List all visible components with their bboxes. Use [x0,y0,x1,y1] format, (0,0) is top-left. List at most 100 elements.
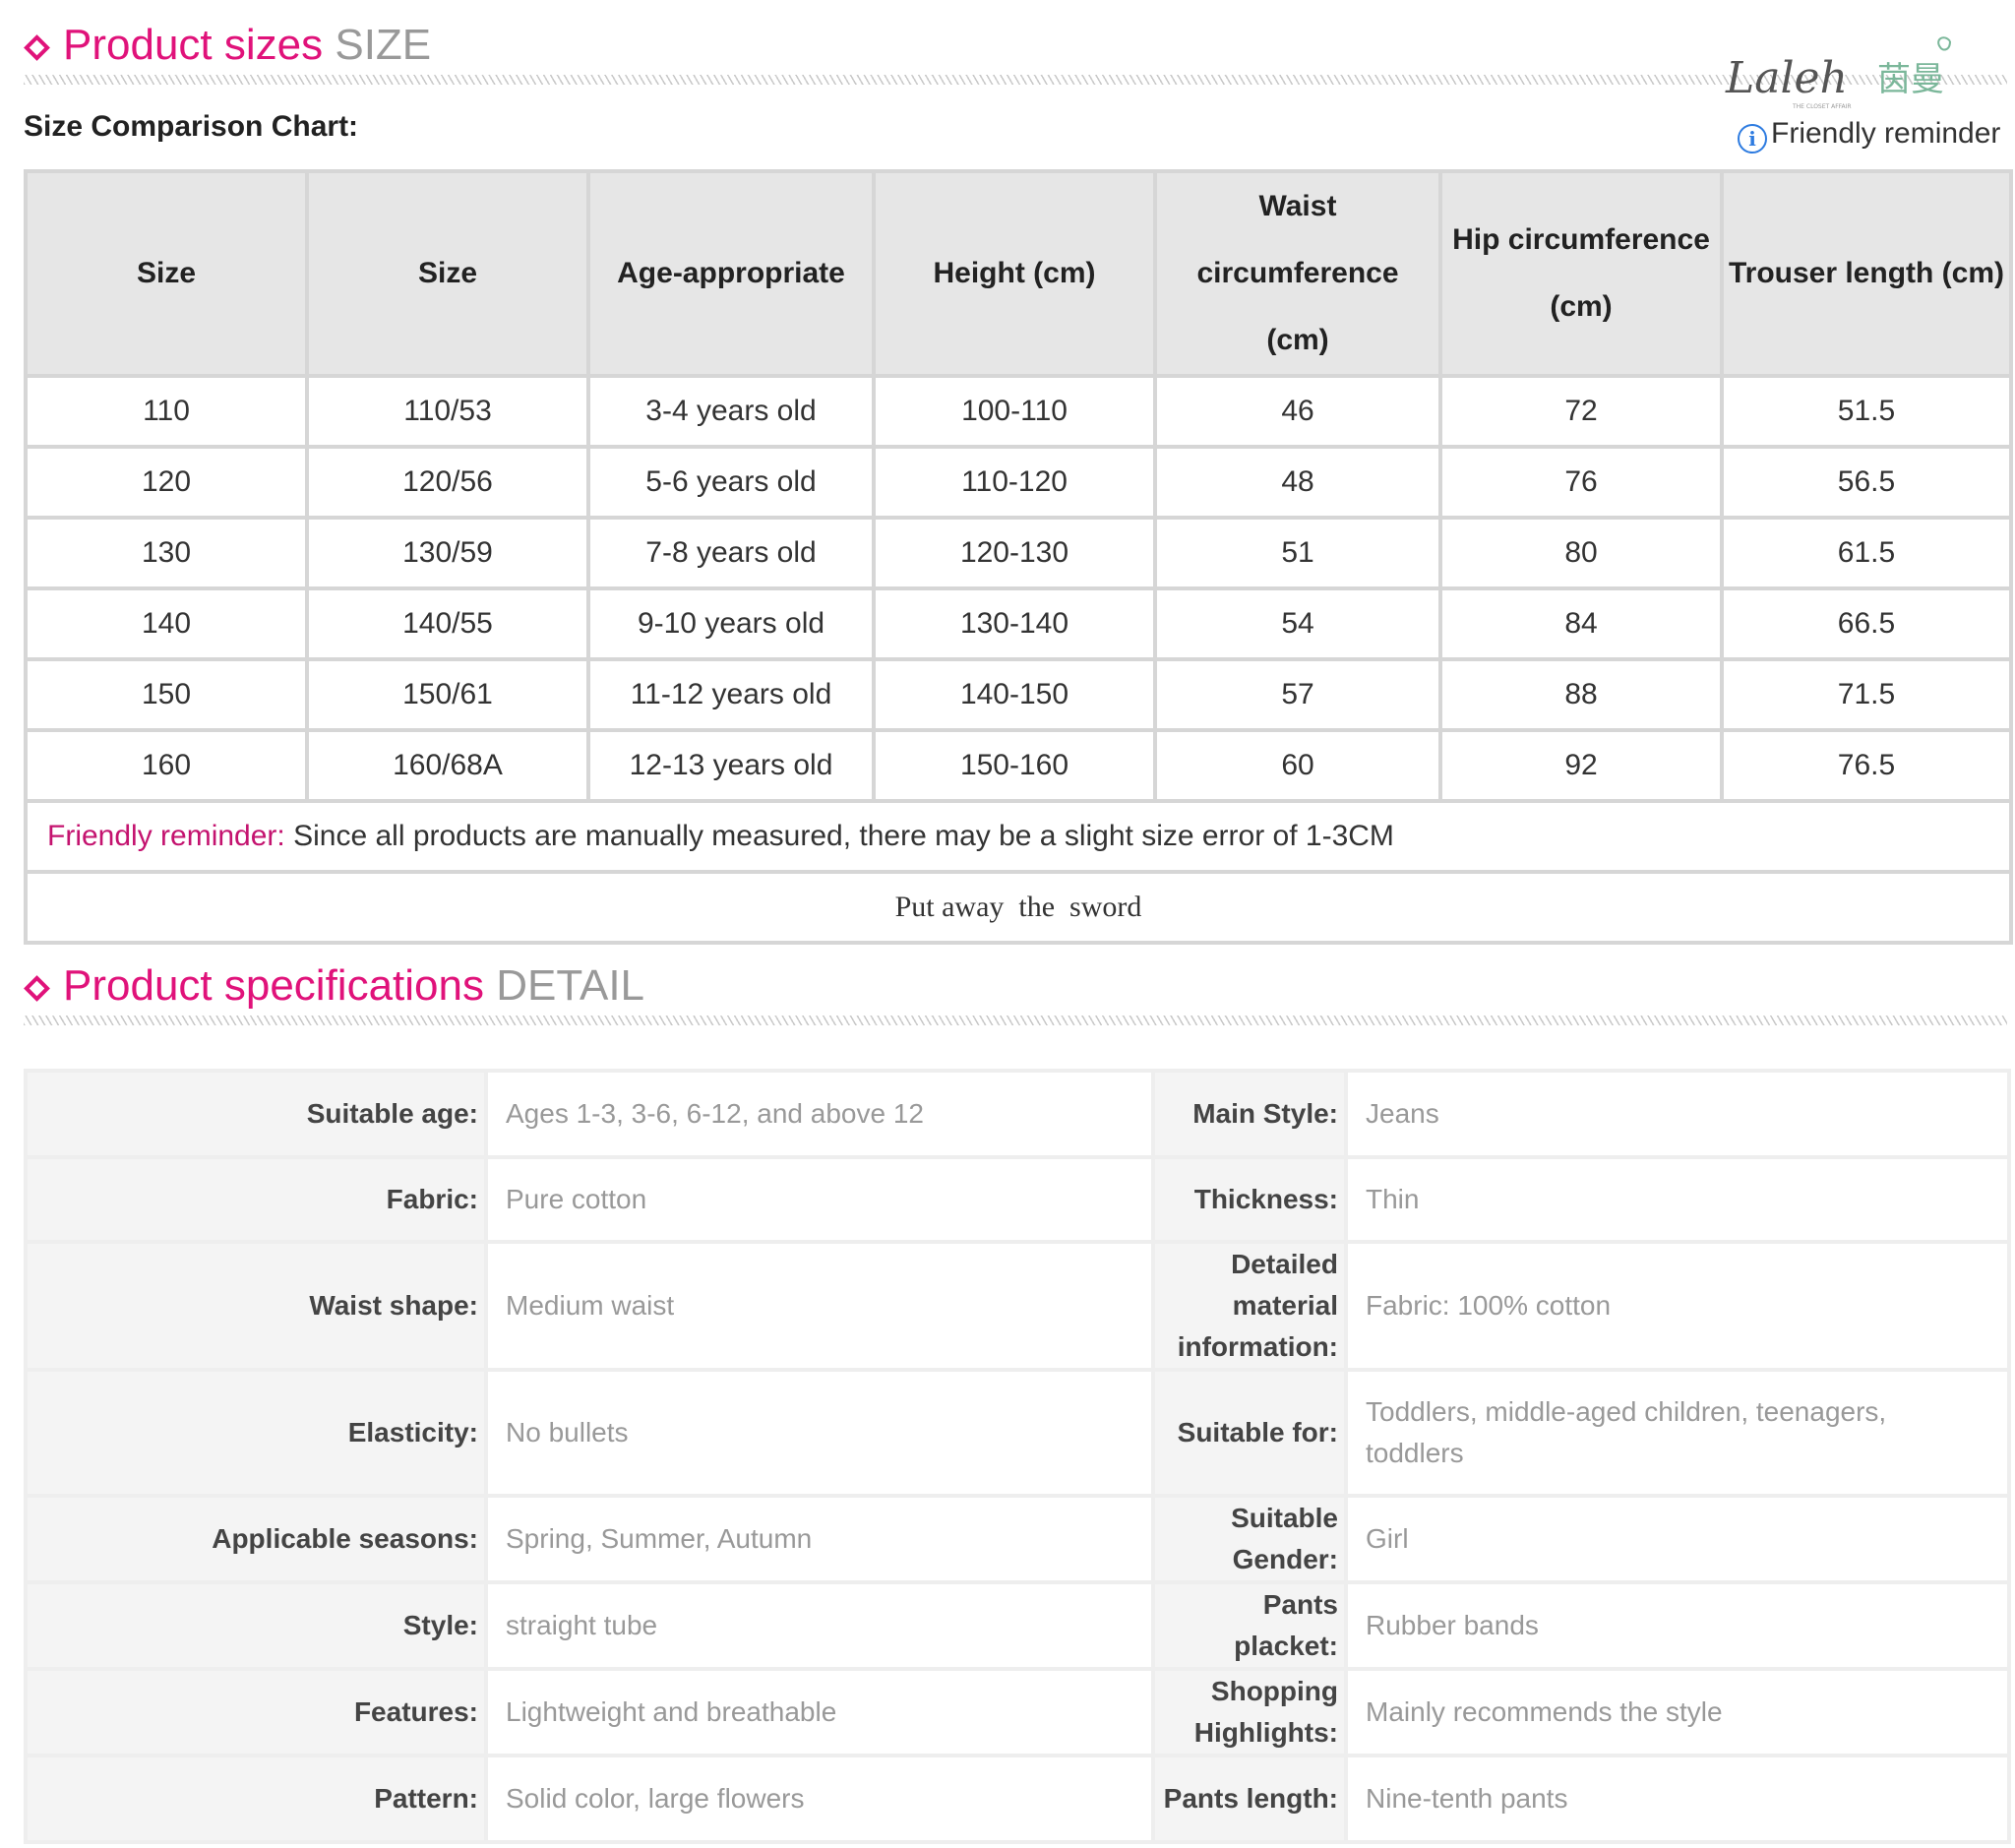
table-cell: 110-120 [872,445,1157,520]
spec-row: Features: Lightweight and breathable Sho… [24,1667,2011,1757]
size-section-title: Product sizes SIZE [63,21,432,69]
header-height: Height (cm) [872,169,1157,378]
info-icon: i [1738,124,1767,154]
table-cell: 100-110 [872,374,1157,449]
table-row: 160 160/68A 12-13 years old 150-160 60 9… [24,728,2013,803]
table-cell: 56.5 [1720,445,2013,520]
table-cell: 84 [1438,586,1724,661]
table-cell: 54 [1153,586,1442,661]
spec-value: Ages 1-3, 3-6, 6-12, and above 12 [484,1069,1155,1159]
spec-label: Applicable seasons: [24,1494,488,1584]
footer-row: Put away the sword [24,870,2013,945]
size-chart-label: Size Comparison Chart: [24,110,359,143]
logo-tagline: THE CLOSET AFFAIR [1792,103,1852,110]
table-cell: 130/59 [305,516,590,590]
table-cell: 9-10 years old [586,586,876,661]
spec-label: Detailed material information: [1151,1240,1348,1372]
spec-label: Fabric: [24,1155,488,1244]
reminder-row: Friendly reminder: Since all products ar… [24,799,2013,874]
spec-label: Thickness: [1151,1155,1348,1244]
spec-label: Shopping Highlights: [1151,1667,1348,1757]
table-cell: 66.5 [1720,586,2013,661]
spec-value: Solid color, large flowers [484,1754,1155,1844]
spec-value: Jeans [1344,1069,2011,1159]
spec-label: Suitable Gender: [1151,1494,1348,1584]
reminder-cell: Friendly reminder: Since all products ar… [24,799,2013,874]
table-cell: 120 [24,445,309,520]
table-cell: 140/55 [305,586,590,661]
spec-row: Applicable seasons: Spring, Summer, Autu… [24,1494,2011,1584]
table-cell: 3-4 years old [586,374,876,449]
table-row: 140 140/55 9-10 years old 130-140 54 84 … [24,586,2013,661]
table-cell: 72 [1438,374,1724,449]
table-row: 120 120/56 5-6 years old 110-120 48 76 5… [24,445,2013,520]
table-row: 150 150/61 11-12 years old 140-150 57 88… [24,657,2013,732]
spec-value: Lightweight and breathable [484,1667,1155,1757]
spec-value: straight tube [484,1580,1155,1671]
reminder-label: Friendly reminder: [47,820,285,852]
header-trouser-length: Trouser length (cm) [1720,169,2013,378]
spec-value: Thin [1344,1155,2011,1244]
spec-value: Fabric: 100% cotton [1344,1240,2011,1372]
spec-value: Spring, Summer, Autumn [484,1494,1155,1584]
table-cell: 7-8 years old [586,516,876,590]
footer-note: Put away the sword [24,870,2013,945]
spec-label: Elasticity: [24,1368,488,1498]
table-cell: 5-6 years old [586,445,876,520]
spec-label: Suitable age: [24,1069,488,1159]
table-cell: 130 [24,516,309,590]
table-row: 110 110/53 3-4 years old 100-110 46 72 5… [24,374,2013,449]
table-cell: 11-12 years old [586,657,876,732]
spec-label: Main Style: [1151,1069,1348,1159]
header-waist: Waist circumference (cm) [1153,169,1442,378]
size-comparison-table: Size Size Age-appropriate Height (cm) Wa… [24,169,2013,945]
header-size-alt: Size [305,169,590,378]
spec-row: Fabric: Pure cotton Thickness: Thin [24,1155,2011,1244]
table-cell: 120/56 [305,445,590,520]
table-cell: 160 [24,728,309,803]
header-size: Size [24,169,309,378]
table-header-row: Size Size Age-appropriate Height (cm) Wa… [24,169,2013,378]
table-row: 130 130/59 7-8 years old 120-130 51 80 6… [24,516,2013,590]
reminder-text: Since all products are manually measured… [284,820,1394,852]
spec-label: Style: [24,1580,488,1671]
brand-logo: Laleh 茵曼 THE CLOSET AFFAIR [1724,30,1960,110]
table-cell: 92 [1438,728,1724,803]
table-cell: 46 [1153,374,1442,449]
detail-section-title: Product specifications DETAIL [63,961,645,1010]
spec-row: Suitable age: Ages 1-3, 3-6, 6-12, and a… [24,1069,2011,1159]
table-cell: 71.5 [1720,657,2013,732]
spec-value: No bullets [484,1368,1155,1498]
table-cell: 150 [24,657,309,732]
spec-label: Pants length: [1151,1754,1348,1844]
spec-value: Girl [1344,1494,2011,1584]
friendly-reminder-link[interactable]: i Friendly reminder [1738,114,2000,154]
table-cell: 61.5 [1720,516,2013,590]
product-specs-table: Suitable age: Ages 1-3, 3-6, 6-12, and a… [24,1069,2011,1844]
table-cell: 88 [1438,657,1724,732]
spec-label: Features: [24,1667,488,1757]
spec-row: Style: straight tube Pants placket: Rubb… [24,1580,2011,1671]
header-hip: Hip circumference (cm) [1438,169,1724,378]
spec-value: Rubber bands [1344,1580,2011,1671]
table-cell: 150-160 [872,728,1157,803]
spec-value: Toddlers, middle-aged children, teenager… [1344,1368,2011,1498]
logo-cn-text: 茵曼 [1877,60,1944,99]
table-cell: 150/61 [305,657,590,732]
spec-row: Pattern: Solid color, large flowers Pant… [24,1754,2011,1844]
spec-value: Nine-tenth pants [1344,1754,2011,1844]
spec-value: Medium waist [484,1240,1155,1372]
spec-label: Pants placket: [1151,1580,1348,1671]
table-cell: 160/68A [305,728,590,803]
table-cell: 110/53 [305,374,590,449]
table-cell: 140-150 [872,657,1157,732]
spec-label: Suitable for: [1151,1368,1348,1498]
table-cell: 80 [1438,516,1724,590]
diamond-bullet-icon [24,34,50,61]
spec-value: Mainly recommends the style [1344,1667,2011,1757]
size-section-divider [24,75,2007,85]
table-cell: 51.5 [1720,374,2013,449]
table-cell: 60 [1153,728,1442,803]
table-cell: 110 [24,374,309,449]
detail-section-divider [24,1016,2007,1025]
